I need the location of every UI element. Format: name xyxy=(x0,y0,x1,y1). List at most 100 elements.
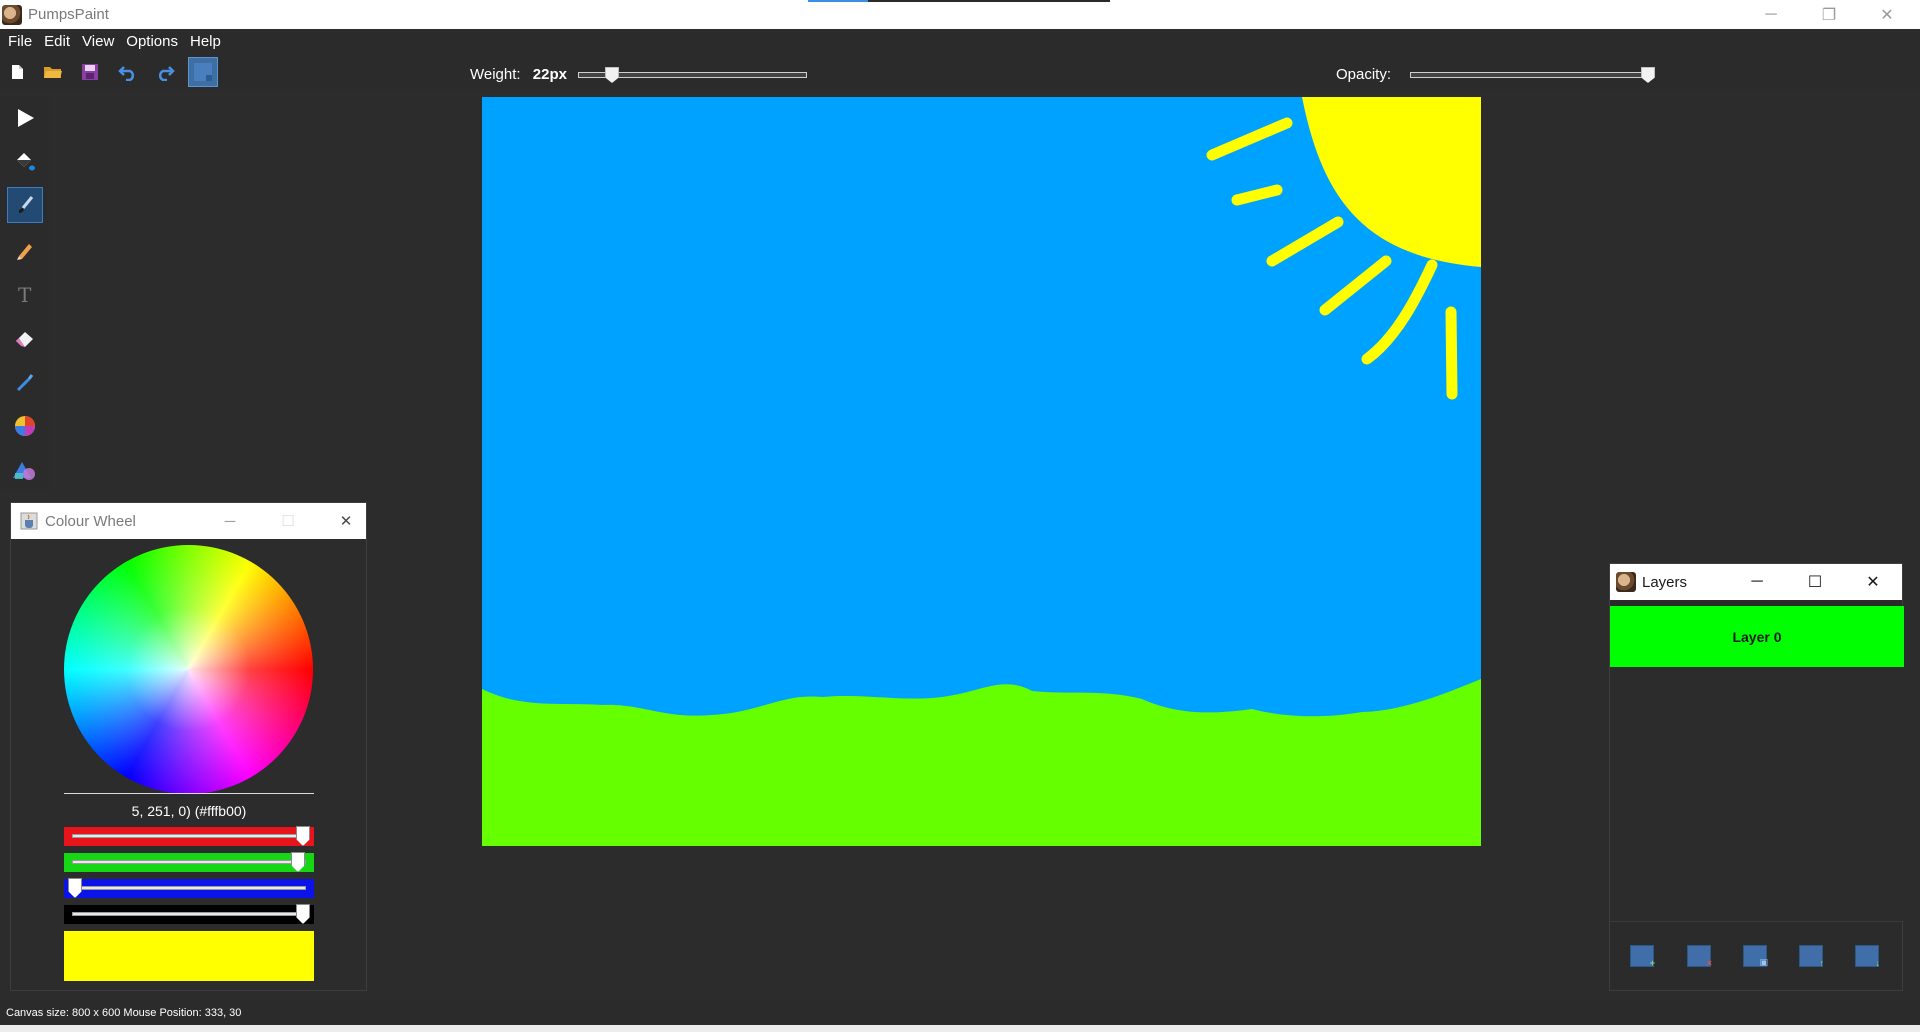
colour-wheel-window: Colour Wheel ─ ☐ ✕ 5, 251, 0) (#fffb00) xyxy=(10,502,367,991)
layer-item[interactable]: Layer 0 xyxy=(1610,606,1904,667)
save-button[interactable] xyxy=(79,61,101,83)
menu-help[interactable]: Help xyxy=(185,29,228,54)
layers-titlebar: Layers ─ ☐ ✕ xyxy=(1610,564,1902,600)
open-file-button[interactable] xyxy=(42,61,64,83)
undo-button[interactable] xyxy=(117,61,139,83)
arrow-pointer-icon xyxy=(18,109,34,127)
title-accent-highlight xyxy=(808,0,868,2)
select-tool[interactable] xyxy=(7,100,43,136)
eraser-tool[interactable] xyxy=(7,320,43,356)
menu-file[interactable]: File xyxy=(3,29,39,54)
duplicate-layer-button[interactable]: ▣ xyxy=(1743,945,1768,967)
layer-divider xyxy=(1610,921,1904,922)
pencil-icon xyxy=(17,244,32,260)
blue-slider[interactable] xyxy=(64,878,314,898)
close-button[interactable]: ✕ xyxy=(1858,0,1916,29)
redo-icon xyxy=(158,66,175,81)
delete-layer-button[interactable]: × xyxy=(1687,945,1712,968)
folder-icon xyxy=(44,67,62,78)
java-cup-icon xyxy=(20,512,38,530)
colour-wheel-maximize[interactable]: ☐ xyxy=(259,503,317,539)
paint-bucket-icon xyxy=(17,153,35,171)
fill-tool[interactable] xyxy=(7,144,43,180)
save-icon xyxy=(82,64,98,80)
layer-square-icon xyxy=(194,63,212,81)
status-bar: Canvas size: 800 x 600 Mouse Position: 3… xyxy=(0,1001,1920,1025)
bottom-strip xyxy=(0,1025,1920,1032)
app-icon xyxy=(1616,572,1636,592)
red-slider[interactable] xyxy=(64,826,314,846)
shapes-tool[interactable] xyxy=(7,453,43,489)
drawing-canvas[interactable] xyxy=(482,97,1481,846)
wheel-divider xyxy=(64,793,314,794)
weight-value: 22px xyxy=(532,66,567,83)
copy-icon: ▣ xyxy=(1759,957,1768,967)
layers-close[interactable]: ✕ xyxy=(1844,564,1902,600)
pencil-tool[interactable] xyxy=(7,232,43,268)
text-tool[interactable]: T xyxy=(7,276,43,312)
new-layer-button[interactable] xyxy=(188,57,218,87)
alpha-slider-knob[interactable] xyxy=(296,904,310,924)
menu-view[interactable]: View xyxy=(77,29,121,54)
colour-wheel-icon xyxy=(15,416,35,436)
alpha-slider[interactable] xyxy=(64,904,314,924)
colour-wheel-close[interactable]: ✕ xyxy=(317,503,375,539)
eyedropper-icon xyxy=(16,374,34,392)
layers-title: Layers xyxy=(1642,573,1688,591)
red-slider-track xyxy=(72,834,306,838)
rgb-readout: 5, 251, 0) (#fffb00) xyxy=(131,803,247,819)
colour-swatch xyxy=(64,931,314,981)
minimize-button[interactable]: ─ xyxy=(1742,0,1800,29)
move-layer-up-button[interactable]: ↑ xyxy=(1799,945,1825,968)
weight-label: Weight: 22px xyxy=(470,66,567,83)
layers-window: Layers ─ ☐ ✕ Layer 0 + × ▣ ↑ ↓ xyxy=(1609,563,1904,991)
opacity-slider[interactable] xyxy=(1410,67,1655,83)
arrow-up-icon: ↑ xyxy=(1819,958,1825,968)
green-slider[interactable] xyxy=(64,852,314,872)
sun-ray xyxy=(1445,306,1458,400)
tool-strip: T xyxy=(0,96,50,490)
menu-edit[interactable]: Edit xyxy=(39,29,77,54)
plus-icon: + xyxy=(1649,958,1655,968)
window-title: PumpsPaint xyxy=(28,6,109,23)
opacity-slider-knob[interactable] xyxy=(1641,67,1655,83)
weight-slider-knob[interactable] xyxy=(605,67,619,83)
menu-bar: File Edit View Options Help xyxy=(0,29,1920,54)
brush-tool[interactable] xyxy=(7,187,43,223)
eyedropper-tool[interactable] xyxy=(7,364,43,400)
move-layer-down-button[interactable]: ↓ xyxy=(1855,945,1881,968)
layer-list xyxy=(1610,667,1904,922)
add-layer-button[interactable]: + xyxy=(1630,945,1655,968)
weight-label-text: Weight: xyxy=(470,66,521,83)
toolbar: Weight: 22px Opacity: xyxy=(0,54,1920,90)
arrow-down-icon: ↓ xyxy=(1875,958,1881,968)
app-icon xyxy=(2,4,22,25)
layers-maximize[interactable]: ☐ xyxy=(1786,564,1844,600)
menu-options[interactable]: Options xyxy=(121,29,185,54)
canvas-artwork xyxy=(482,97,1481,846)
green-slider-knob[interactable] xyxy=(291,852,305,872)
blue-slider-knob[interactable] xyxy=(68,878,82,898)
new-file-icon xyxy=(12,65,23,79)
text-t-icon: T xyxy=(18,283,32,305)
green-slider-track xyxy=(72,860,306,864)
redo-button[interactable] xyxy=(154,61,176,83)
red-slider-knob[interactable] xyxy=(296,826,310,846)
colour-wheel-minimize[interactable]: ─ xyxy=(201,503,259,539)
colour-wheel-title: Colour Wheel xyxy=(45,512,136,530)
colour-wheel-titlebar: Colour Wheel ─ ☐ ✕ xyxy=(11,503,366,539)
svg-text:T: T xyxy=(18,283,32,305)
title-bar: PumpsPaint ─ ❐ ✕ xyxy=(0,0,1920,29)
eraser-icon xyxy=(16,332,33,347)
paintbrush-icon xyxy=(18,196,34,213)
weight-slider[interactable] xyxy=(578,67,807,83)
shapes-icon xyxy=(13,462,35,480)
hue-wheel[interactable] xyxy=(64,545,313,794)
blue-slider-track xyxy=(72,886,306,890)
restore-button[interactable]: ❐ xyxy=(1800,0,1858,29)
layers-minimize[interactable]: ─ xyxy=(1728,564,1786,600)
new-file-button[interactable] xyxy=(6,61,28,83)
alpha-slider-track xyxy=(72,912,306,916)
x-icon: × xyxy=(1706,958,1712,968)
colour-picker-tool[interactable] xyxy=(7,408,43,444)
